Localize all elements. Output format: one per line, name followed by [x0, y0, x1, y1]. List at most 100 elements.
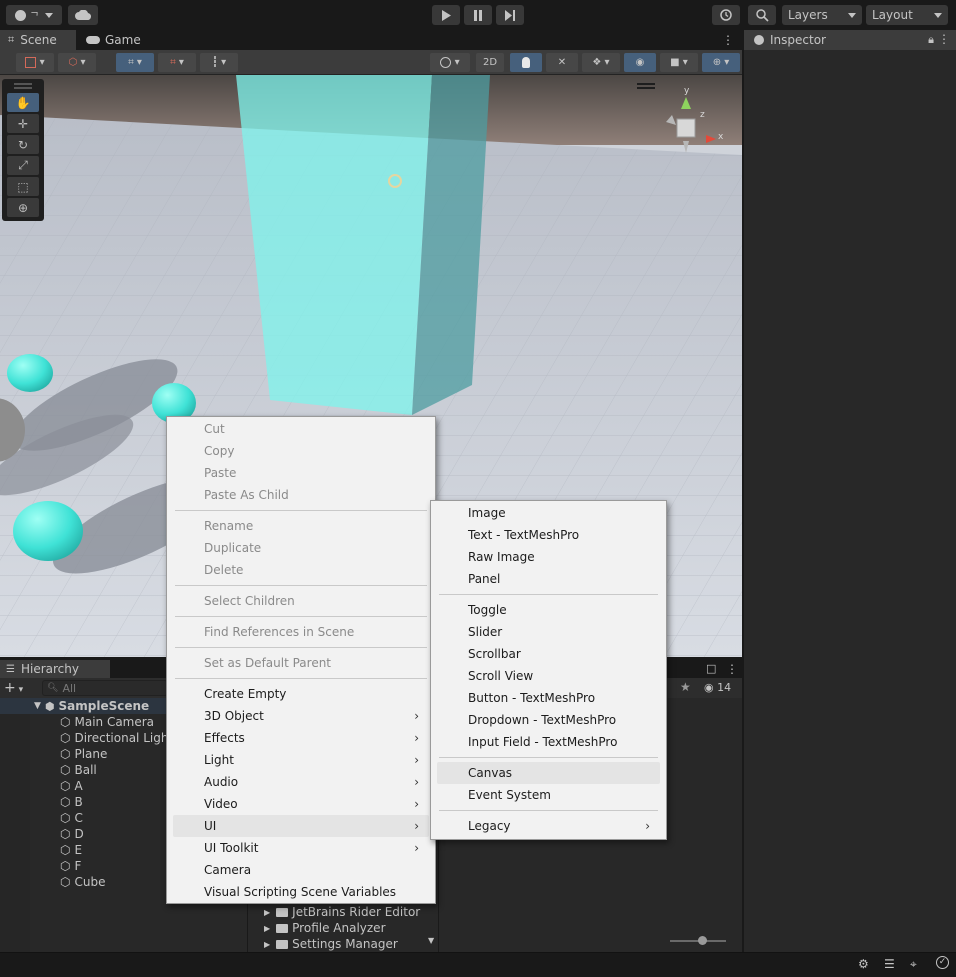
- shading-mode-dropdown[interactable]: ▾: [430, 53, 470, 72]
- menu-item-ui-toolkit[interactable]: UI Toolkit ›: [173, 837, 429, 859]
- gameobject-cube-icon: ⬡: [60, 843, 71, 857]
- camera-settings-dropdown[interactable]: ■ ▾: [660, 53, 698, 72]
- chevron-right-icon: ›: [414, 753, 419, 767]
- zoom-slider-thumb[interactable]: [698, 936, 707, 945]
- menu-item-create-empty[interactable]: Create Empty: [173, 683, 429, 705]
- cloud-button[interactable]: [68, 5, 98, 25]
- zoom-slider[interactable]: [670, 936, 726, 945]
- tab-game[interactable]: Game: [78, 30, 158, 50]
- history-button[interactable]: [712, 5, 740, 25]
- menu-item-scroll-view[interactable]: Scroll View: [437, 665, 660, 687]
- menu-item-video[interactable]: Video ›: [173, 793, 429, 815]
- project-folder-item[interactable]: ▶ Profile Analyzer: [264, 920, 386, 936]
- draw-mode-dropdown[interactable]: ▾: [16, 53, 54, 72]
- rotate-tool-button[interactable]: ↻: [7, 135, 39, 154]
- chevron-right-icon: ›: [414, 775, 419, 789]
- menu-item-label: Paste As Child: [204, 488, 289, 502]
- menu-item-panel[interactable]: Panel: [437, 568, 660, 590]
- transform-tool-button[interactable]: ⊕: [7, 198, 39, 217]
- menu-item-scrollbar[interactable]: Scrollbar: [437, 643, 660, 665]
- menu-item-image[interactable]: Image: [437, 502, 660, 524]
- inspector-title[interactable]: Inspector: [770, 33, 826, 47]
- menu-item-text-textmeshpro[interactable]: Text - TextMeshPro: [437, 524, 660, 546]
- search-button[interactable]: [748, 5, 776, 25]
- snap-increment-dropdown[interactable]: ⌗ ▾: [158, 53, 196, 72]
- menu-item-ui[interactable]: UI ›: [173, 815, 429, 837]
- toggle-2d-button[interactable]: 2D: [476, 53, 504, 72]
- more-options-icon[interactable]: ⋮: [722, 33, 734, 47]
- gizmos-dropdown[interactable]: ⊕ ▾: [702, 53, 740, 72]
- expand-triangle-icon: ▶: [264, 907, 271, 917]
- check-icon[interactable]: ✓: [936, 956, 949, 969]
- menu-item-camera[interactable]: Camera: [173, 859, 429, 881]
- menu-item-light[interactable]: Light ›: [173, 749, 429, 771]
- hidden-count-badge[interactable]: ◉ 14: [704, 681, 731, 694]
- svg-text:z: z: [700, 110, 705, 120]
- hierarchy-item-label: A: [74, 779, 83, 793]
- more-options-icon[interactable]: ⋮: [938, 32, 950, 46]
- audio-toggle[interactable]: ✕: [546, 53, 578, 72]
- layers-dropdown[interactable]: Layers: [782, 5, 862, 25]
- rect-tool-button[interactable]: ⬚: [7, 177, 39, 196]
- camera-icon: ■: [670, 57, 680, 68]
- mute-icon: ✕: [557, 57, 567, 68]
- menu-item-dropdown-textmeshpro[interactable]: Dropdown - TextMeshPro: [437, 709, 660, 731]
- scene-grid-icon: ⌗: [8, 33, 15, 46]
- menu-item-label: Effects: [204, 731, 245, 745]
- pause-button[interactable]: [464, 5, 492, 25]
- lighting-toggle[interactable]: [510, 53, 542, 72]
- network-icon[interactable]: ⌖: [910, 957, 917, 972]
- menu-item-visual-scripting-scene-variables[interactable]: Visual Scripting Scene Variables: [173, 881, 429, 903]
- menu-item-input-field-textmeshpro[interactable]: Input Field - TextMeshPro: [437, 731, 660, 753]
- menu-item-canvas[interactable]: Canvas: [437, 762, 660, 784]
- orientation-dropdown[interactable]: ⬡ ▾: [58, 53, 96, 72]
- account-dropdown[interactable]: ᄀ: [6, 5, 62, 25]
- favorite-star-icon[interactable]: ★: [680, 680, 691, 694]
- step-button[interactable]: [496, 5, 524, 25]
- menu-item-find-references-in-scene: Find References in Scene: [173, 621, 429, 643]
- scale-tool-button[interactable]: ⤢: [7, 156, 39, 175]
- scroll-down-icon[interactable]: ▼: [428, 936, 434, 945]
- lock-icon[interactable]: 🔒︎: [928, 33, 934, 47]
- menu-item-button-textmeshpro[interactable]: Button - TextMeshPro: [437, 687, 660, 709]
- more-options-icon[interactable]: ⋮: [726, 662, 738, 676]
- menu-item-effects[interactable]: Effects ›: [173, 727, 429, 749]
- menu-item-label: Delete: [204, 563, 244, 577]
- menu-item-toggle[interactable]: Toggle: [437, 599, 660, 621]
- menu-item-3d-object[interactable]: 3D Object ›: [173, 705, 429, 727]
- tab-scene[interactable]: ⌗ Scene: [0, 30, 76, 50]
- project-folder-item[interactable]: ▶ Settings Manager: [264, 936, 398, 952]
- menu-item-label: Input Field - TextMeshPro: [468, 735, 618, 749]
- play-button[interactable]: [432, 5, 460, 25]
- debug-icon[interactable]: ⚙: [858, 957, 869, 971]
- menu-item-slider[interactable]: Slider: [437, 621, 660, 643]
- menu-item-audio[interactable]: Audio ›: [173, 771, 429, 793]
- move-tool-button[interactable]: ✛: [7, 114, 39, 133]
- grid-snap-toggle[interactable]: ⌗ ▾: [116, 53, 154, 72]
- project-folder-item[interactable]: ▶ JetBrains Rider Editor: [264, 904, 420, 920]
- lock-icon[interactable]: □: [706, 662, 716, 675]
- menu-separator: [175, 616, 427, 617]
- tab-hierarchy[interactable]: ☰ Hierarchy: [0, 660, 110, 678]
- search-icon: [755, 8, 769, 22]
- menu-item-event-system[interactable]: Event System: [437, 784, 660, 806]
- draw-mode-icon: [25, 57, 37, 68]
- menu-item-legacy[interactable]: Legacy ›: [437, 815, 660, 837]
- cache-server-icon[interactable]: ☰: [884, 957, 895, 971]
- search-icon: 🔍︎: [47, 683, 59, 693]
- scene-visibility-toggle[interactable]: ◉: [624, 53, 656, 72]
- menu-item-raw-image[interactable]: Raw Image: [437, 546, 660, 568]
- ruler-dropdown[interactable]: ┇ ▾: [200, 53, 238, 72]
- layout-dropdown[interactable]: Layout: [866, 5, 948, 25]
- hand-tool-button[interactable]: ✋: [7, 93, 39, 112]
- effects-dropdown[interactable]: ❖ ▾: [582, 53, 620, 72]
- inspector-header: Inspector 🔒︎ ⋮: [744, 30, 956, 50]
- svg-text:y: y: [684, 86, 690, 96]
- drag-handle[interactable]: [14, 83, 32, 85]
- transform-icon: ⊕: [17, 200, 29, 215]
- hierarchy-search-input[interactable]: 🔍︎ All: [42, 680, 168, 696]
- add-object-button[interactable]: + ▾: [4, 680, 32, 696]
- move-icon: ✛: [17, 116, 29, 131]
- grid-snap-icon: ⌗: [128, 57, 134, 68]
- lightbulb-icon: [522, 57, 530, 68]
